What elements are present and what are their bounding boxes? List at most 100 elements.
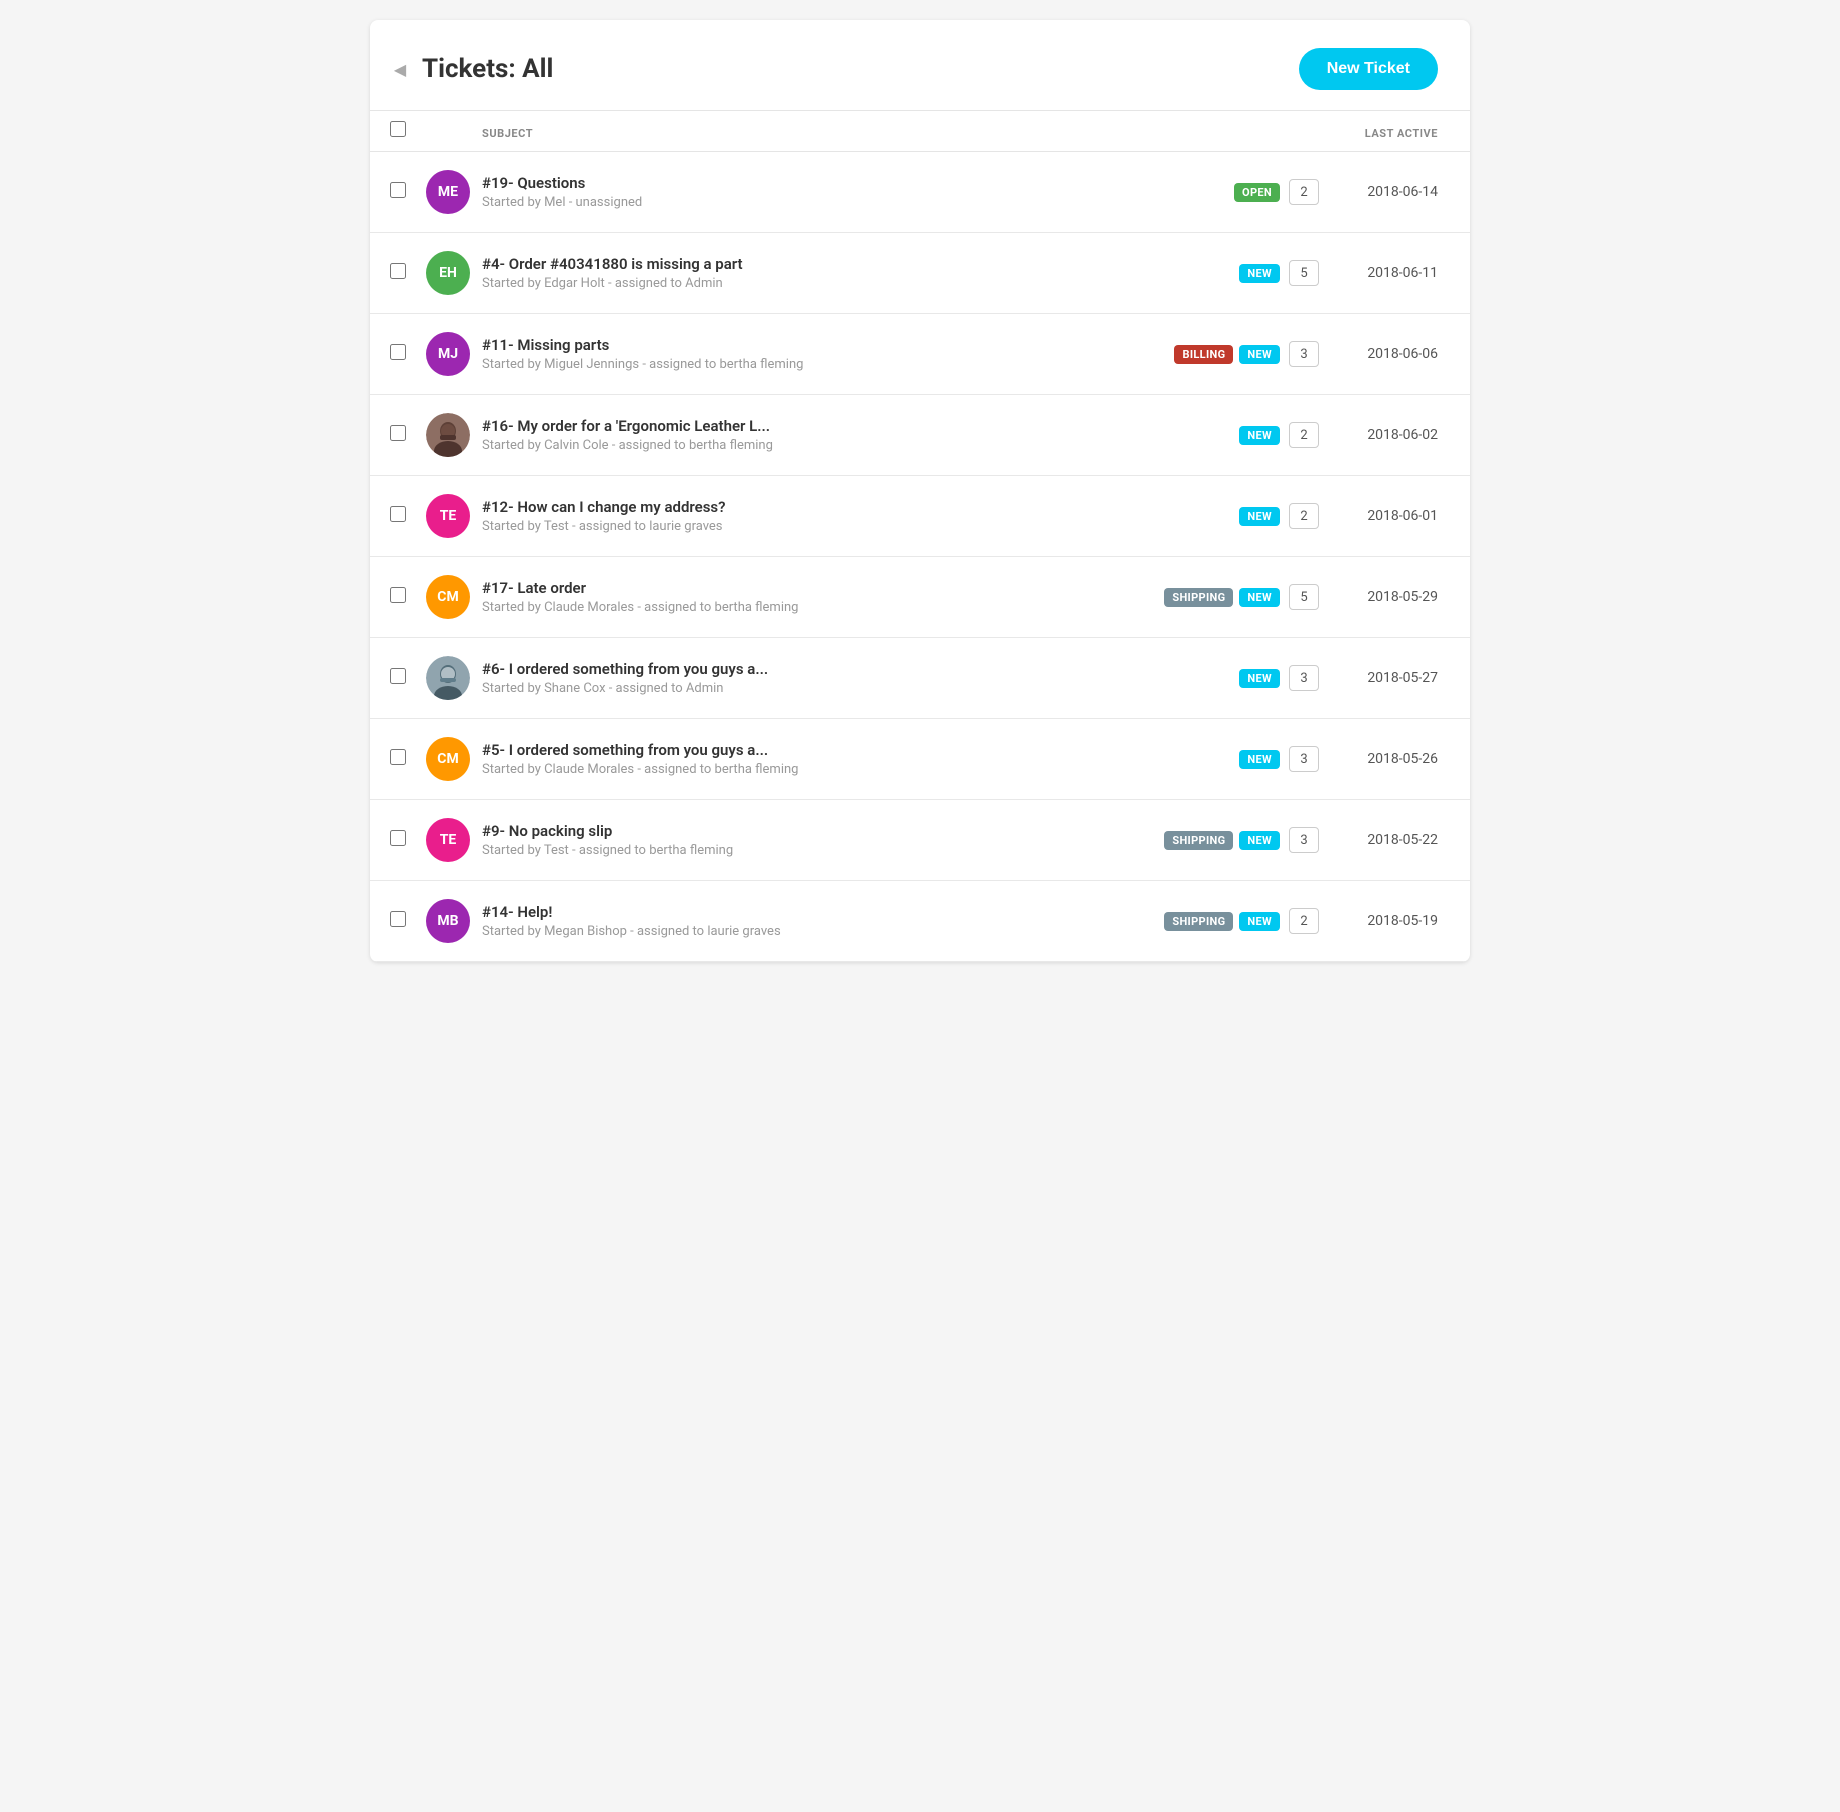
table-row: MJ #11- Missing parts Started by Miguel … xyxy=(370,314,1470,395)
avatar xyxy=(426,413,470,457)
tags-cell: SHIPPINGNEW xyxy=(1080,831,1280,850)
tickets-container: ◀ Tickets: All New Ticket SUBJECT LAST A… xyxy=(370,20,1470,962)
row-check-cell xyxy=(390,182,426,202)
ticket-title[interactable]: #14- Help! xyxy=(482,903,1080,921)
count-cell: 3 xyxy=(1280,665,1328,691)
row-check-cell xyxy=(390,749,426,769)
row-check-cell xyxy=(390,587,426,607)
avatar-cell: ME xyxy=(426,170,482,214)
tag-new: NEW xyxy=(1239,669,1280,688)
date-cell: 2018-05-19 xyxy=(1328,913,1438,929)
row-checkbox[interactable] xyxy=(390,587,406,603)
page-header: ◀ Tickets: All New Ticket xyxy=(370,20,1470,110)
select-all-checkbox[interactable] xyxy=(390,121,406,137)
new-ticket-button[interactable]: New Ticket xyxy=(1299,48,1438,90)
tags-cell: BILLINGNEW xyxy=(1080,345,1280,364)
count-cell: 2 xyxy=(1280,503,1328,529)
table-row: CM #17- Late order Started by Claude Mor… xyxy=(370,557,1470,638)
ticket-title[interactable]: #19- Questions xyxy=(482,174,1080,192)
avatar-cell: CM xyxy=(426,737,482,781)
header-date-cell: LAST ACTIVE xyxy=(1328,122,1438,141)
subject-cell: #19- Questions Started by Mel - unassign… xyxy=(482,174,1080,210)
collapse-icon[interactable]: ◀ xyxy=(390,59,410,79)
row-checkbox[interactable] xyxy=(390,749,406,765)
row-checkbox[interactable] xyxy=(390,668,406,684)
count-cell: 2 xyxy=(1280,179,1328,205)
count-cell: 5 xyxy=(1280,260,1328,286)
ticket-title[interactable]: #11- Missing parts xyxy=(482,336,1080,354)
tags-cell: SHIPPINGNEW xyxy=(1080,912,1280,931)
tags-cell: SHIPPING NEW xyxy=(1080,588,1280,607)
avatar: ME xyxy=(426,170,470,214)
tickets-list: ME #19- Questions Started by Mel - unass… xyxy=(370,152,1470,962)
count-cell: 5 xyxy=(1280,584,1328,610)
date-cell: 2018-06-01 xyxy=(1328,508,1438,524)
row-check-cell xyxy=(390,425,426,445)
ticket-title[interactable]: #6- I ordered something from you guys a.… xyxy=(482,660,1080,678)
table-row: MB #14- Help! Started by Megan Bishop - … xyxy=(370,881,1470,962)
tags-cell: NEW xyxy=(1080,669,1280,688)
date-cell: 2018-06-02 xyxy=(1328,427,1438,443)
reply-count-badge: 3 xyxy=(1289,827,1319,853)
tag-new: NEW xyxy=(1239,831,1280,850)
row-check-cell xyxy=(390,506,426,526)
subject-cell: #14- Help! Started by Megan Bishop - ass… xyxy=(482,903,1080,939)
avatar-cell: MJ xyxy=(426,332,482,376)
date-cell: 2018-06-06 xyxy=(1328,346,1438,362)
avatar-cell xyxy=(426,656,482,700)
ticket-title[interactable]: #17- Late order xyxy=(482,579,1080,597)
ticket-meta: Started by Shane Cox - assigned to Admin xyxy=(482,681,1080,696)
ticket-meta: Started by Test - assigned to laurie gra… xyxy=(482,519,1080,534)
date-cell: 2018-06-14 xyxy=(1328,184,1438,200)
row-checkbox[interactable] xyxy=(390,911,406,927)
row-checkbox[interactable] xyxy=(390,830,406,846)
row-checkbox[interactable] xyxy=(390,425,406,441)
reply-count-badge: 3 xyxy=(1289,665,1319,691)
avatar: MJ xyxy=(426,332,470,376)
ticket-title[interactable]: #9- No packing slip xyxy=(482,822,1080,840)
row-checkbox[interactable] xyxy=(390,182,406,198)
reply-count-badge: 2 xyxy=(1289,908,1319,934)
page-title: Tickets: All xyxy=(422,54,553,84)
tag-shipping: SHIPPING xyxy=(1164,588,1233,607)
ticket-title[interactable]: #5- I ordered something from you guys a.… xyxy=(482,741,1080,759)
date-cell: 2018-06-11 xyxy=(1328,265,1438,281)
avatar-cell: TE xyxy=(426,818,482,862)
reply-count-badge: 2 xyxy=(1289,503,1319,529)
avatar-cell: EH xyxy=(426,251,482,295)
ticket-meta: Started by Calvin Cole - assigned to ber… xyxy=(482,438,1080,453)
subject-cell: #11- Missing parts Started by Miguel Jen… xyxy=(482,336,1080,372)
ticket-title[interactable]: #4- Order #40341880 is missing a part xyxy=(482,255,1080,273)
avatar: EH xyxy=(426,251,470,295)
row-check-cell xyxy=(390,263,426,283)
table-header: SUBJECT LAST ACTIVE xyxy=(370,110,1470,152)
row-checkbox[interactable] xyxy=(390,344,406,360)
tag-new: NEW xyxy=(1239,912,1280,931)
row-checkbox[interactable] xyxy=(390,506,406,522)
subject-cell: #6- I ordered something from you guys a.… xyxy=(482,660,1080,696)
subject-cell: #9- No packing slip Started by Test - as… xyxy=(482,822,1080,858)
table-row: TE #12- How can I change my address? Sta… xyxy=(370,476,1470,557)
avatar-cell: MB xyxy=(426,899,482,943)
row-check-cell xyxy=(390,911,426,931)
count-cell: 3 xyxy=(1280,341,1328,367)
table-row: CM #5- I ordered something from you guys… xyxy=(370,719,1470,800)
tags-cell: NEW xyxy=(1080,507,1280,526)
table-row: #6- I ordered something from you guys a.… xyxy=(370,638,1470,719)
count-cell: 3 xyxy=(1280,746,1328,772)
tags-cell: NEW xyxy=(1080,426,1280,445)
header-subject-cell: SUBJECT xyxy=(482,122,1080,141)
header-check-cell xyxy=(390,121,426,141)
tag-new: NEW xyxy=(1239,588,1280,607)
ticket-meta: Started by Megan Bishop - assigned to la… xyxy=(482,924,1080,939)
ticket-title[interactable]: #16- My order for a 'Ergonomic Leather L… xyxy=(482,417,1080,435)
count-cell: 2 xyxy=(1280,908,1328,934)
subject-cell: #12- How can I change my address? Starte… xyxy=(482,498,1080,534)
row-checkbox[interactable] xyxy=(390,263,406,279)
ticket-title[interactable]: #12- How can I change my address? xyxy=(482,498,1080,516)
date-cell: 2018-05-22 xyxy=(1328,832,1438,848)
reply-count-badge: 5 xyxy=(1289,584,1319,610)
avatar: CM xyxy=(426,737,470,781)
table-row: TE #9- No packing slip Started by Test -… xyxy=(370,800,1470,881)
subject-column-label: SUBJECT xyxy=(482,127,533,140)
